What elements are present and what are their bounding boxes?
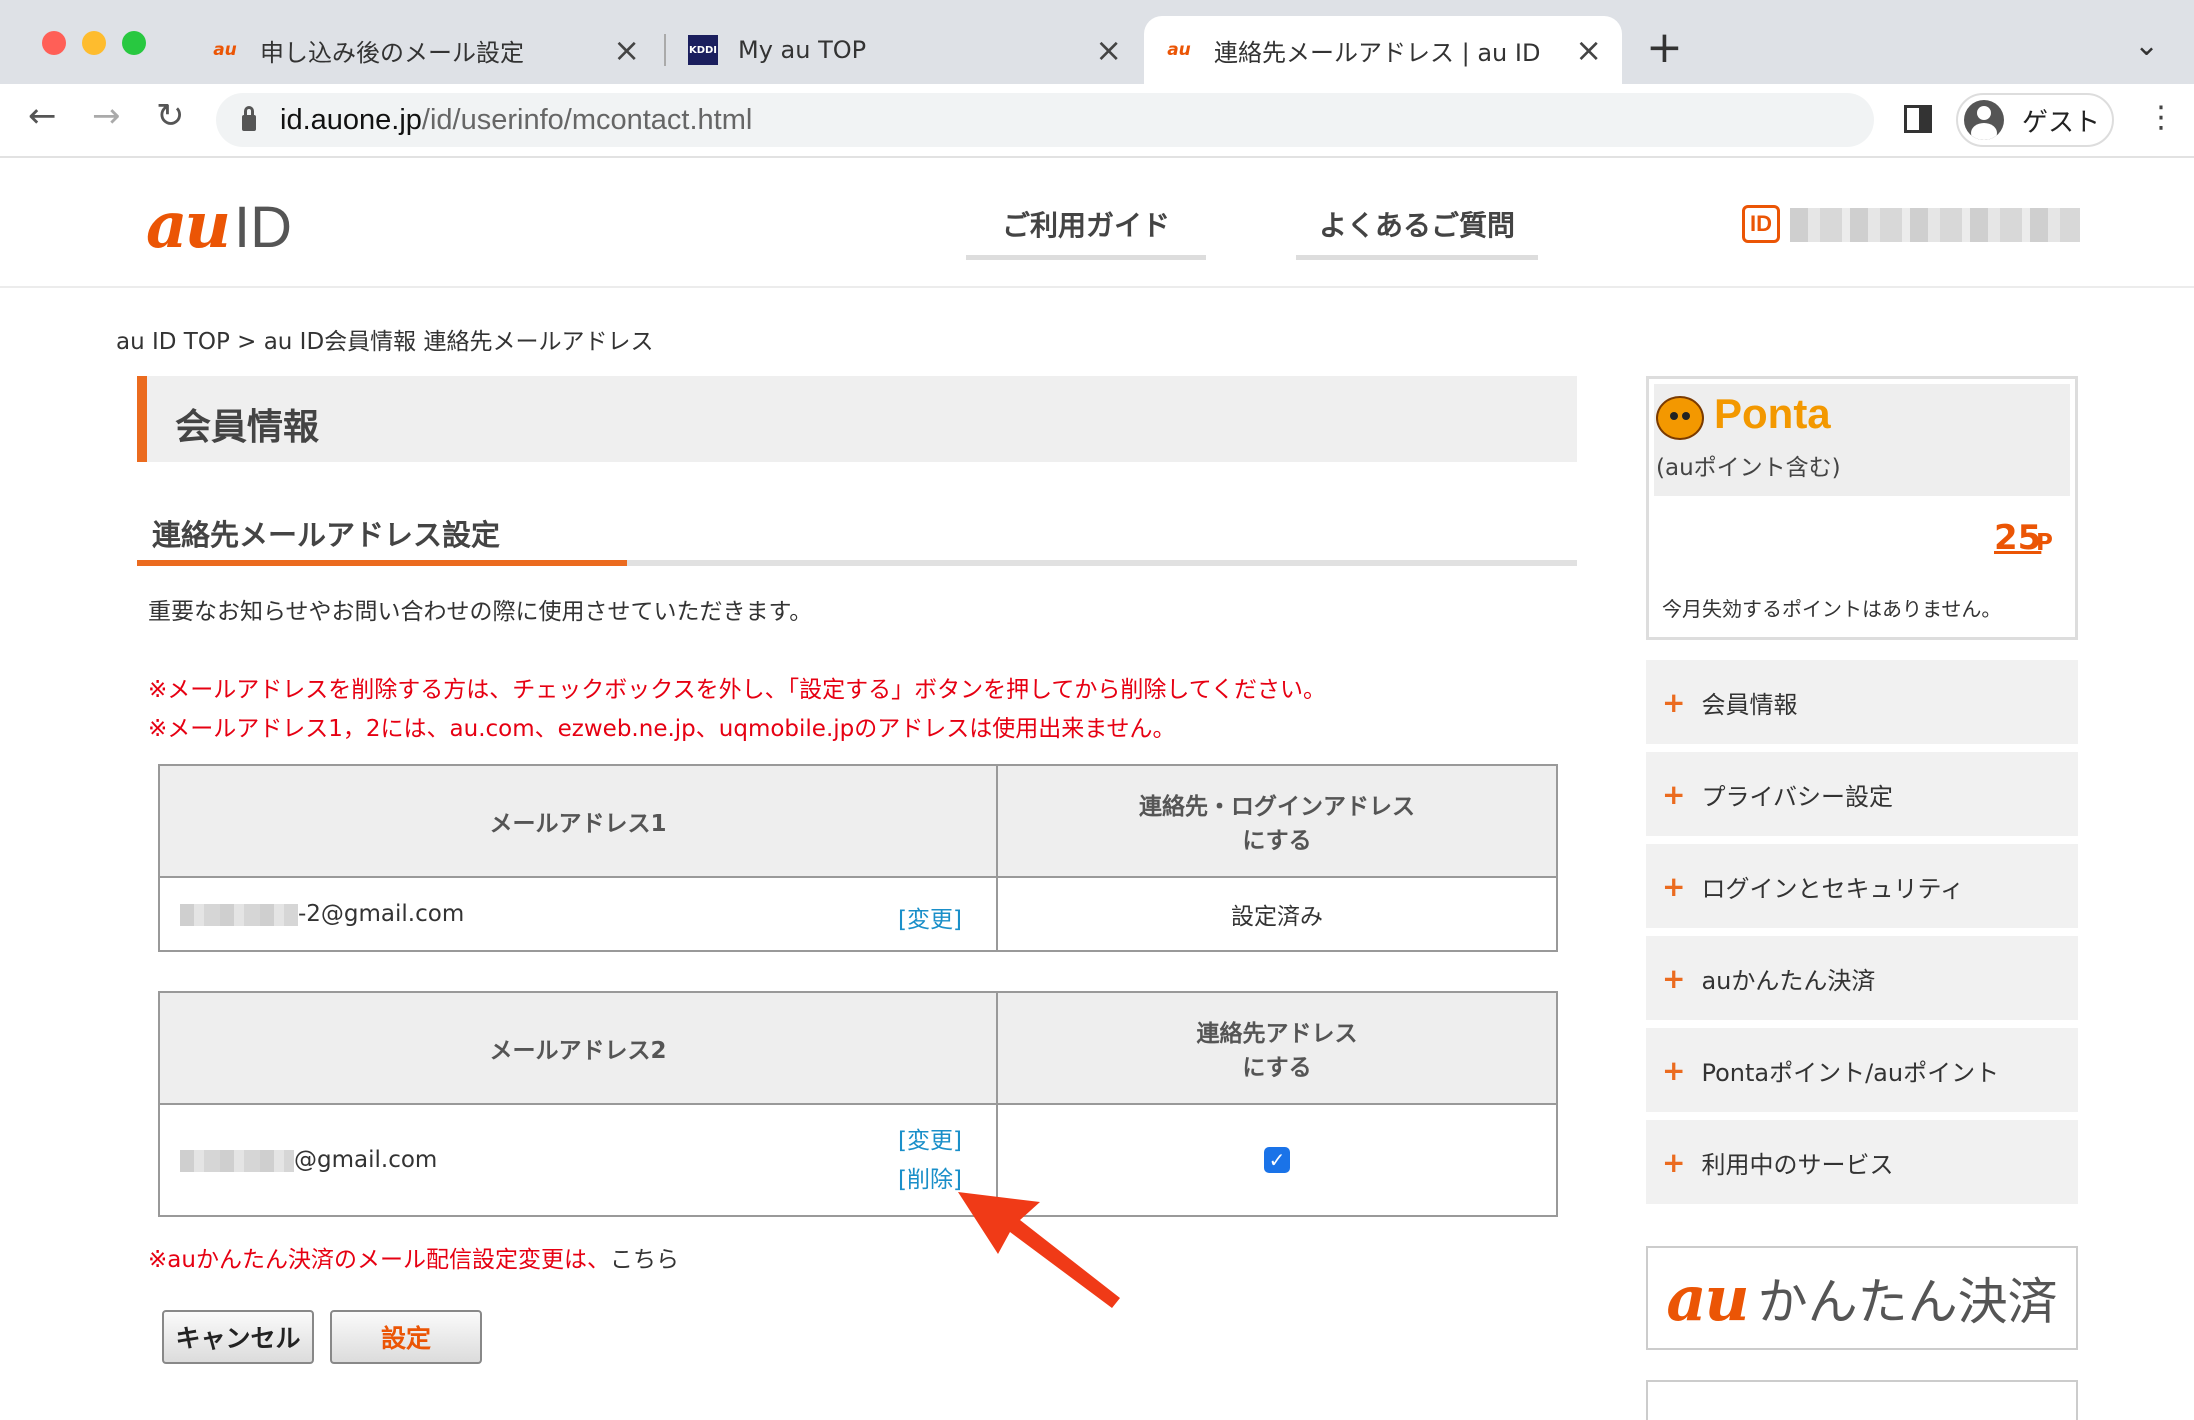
reload-icon[interactable]: ↻ <box>156 96 185 136</box>
sidebar-item-ponta-points[interactable]: + Pontaポイント/auポイント <box>1646 1028 2078 1112</box>
tab-title: My au TOP <box>738 36 867 64</box>
close-tab-icon[interactable]: × <box>613 31 640 69</box>
tab-title: 申し込み後のメール設定 <box>260 38 524 67</box>
email-2-value: @gmail.com <box>294 1147 438 1173</box>
au-id-logo[interactable]: au ID <box>146 188 292 263</box>
minimize-window-button[interactable] <box>82 31 106 55</box>
tab-search-chevron-icon[interactable]: ⌄ <box>2134 28 2159 63</box>
sidebar-item-member-info[interactable]: + 会員情報 <box>1646 660 2078 744</box>
email-address-1-table: メールアドレス1 連絡先・ログインアドレス にする -2@gmail.com [変… <box>158 764 1558 952</box>
email-1-cell: -2@gmail.com [変更] <box>158 876 998 952</box>
breadcrumb[interactable]: au ID TOP > au ID会員情報 連絡先メールアドレス <box>116 322 654 356</box>
email-2-cell: @gmail.com [変更] [削除] <box>158 1103 998 1217</box>
section-title: 連絡先メールアドレス設定 <box>152 518 501 552</box>
plus-icon: + <box>1662 961 1686 995</box>
sidebar-item-login-security[interactable]: + ログインとセキュリティ <box>1646 844 2078 928</box>
forward-arrow-icon[interactable]: → <box>92 96 121 136</box>
ponta-expire-text: 今月失効するポイントはありません。 <box>1662 597 2002 621</box>
banner-text: かんたん決済 <box>1757 1273 2058 1331</box>
lock-icon <box>242 106 256 131</box>
change-email-2-link[interactable]: [変更] <box>898 1121 962 1155</box>
email-1-header: メールアドレス1 <box>158 764 998 878</box>
plus-icon: + <box>1662 1053 1686 1087</box>
ponta-points-value[interactable]: 25 <box>1994 518 2041 558</box>
profile-label: ゲスト <box>2022 107 2101 138</box>
ponta-logo: Ponta <box>1714 390 1831 437</box>
email-2-redacted <box>180 1149 294 1172</box>
payment-mail-link[interactable]: こちら <box>610 1247 679 1273</box>
au-kantan-payment-banner[interactable]: au かんたん決済 <box>1646 1246 2078 1350</box>
note-delete-instruction: ※メールアドレスを削除する方は、チェックボックスを外し、「設定する」ボタンを押し… <box>148 677 1327 703</box>
note-domain-restriction: ※メールアドレス1，2には、au.com、ezweb.ne.jp、uqmobil… <box>148 716 1176 742</box>
back-arrow-icon[interactable]: ← <box>28 96 57 136</box>
browser-menu-icon[interactable]: ⋮ <box>2146 100 2176 135</box>
nav-guide[interactable]: ご利用ガイド <box>966 204 1206 260</box>
zoom-window-button[interactable] <box>122 31 146 55</box>
tab-separator <box>664 34 666 66</box>
tab-title: 連絡先メールアドレス | au ID <box>1214 38 1541 67</box>
close-tab-icon[interactable]: × <box>1095 31 1122 69</box>
profile-button[interactable]: ゲスト <box>1956 93 2114 147</box>
change-email-1-link[interactable]: [変更] <box>898 900 962 934</box>
new-tab-plus-icon[interactable]: + <box>1646 22 1683 73</box>
sidebar-item-services[interactable]: + 利用中のサービス <box>1646 1120 2078 1204</box>
banner-au-logo: au <box>1666 1261 1749 1335</box>
email-1-redacted <box>180 903 298 926</box>
id-badge-icon: ID <box>1742 205 1780 243</box>
login-address-header: 連絡先・ログインアドレス にする <box>996 764 1558 878</box>
url-host: id.auone.jp <box>280 103 422 136</box>
submit-settings-button[interactable]: 設定 <box>330 1310 482 1364</box>
au-favicon-icon: au <box>1167 40 1191 60</box>
account-name-redacted[interactable] <box>1790 208 2080 242</box>
side-panel-icon[interactable] <box>1904 105 1932 133</box>
cancel-button[interactable]: キャンセル <box>162 1310 314 1364</box>
plus-icon: + <box>1662 777 1686 811</box>
tab-au-id-active[interactable]: au 連絡先メールアドレス | au ID × <box>1144 16 1622 84</box>
page-title: 会員情報 <box>175 407 320 448</box>
logo-au: au <box>146 188 231 263</box>
contact-address-checkbox[interactable]: ✓ <box>1264 1147 1290 1173</box>
tab-my-au-top[interactable]: KDDI My au TOP × <box>668 16 1142 84</box>
plus-icon: + <box>1662 1145 1686 1179</box>
ponta-subtitle: (auポイント含む) <box>1656 455 1841 481</box>
ponta-points-unit: P <box>2036 530 2053 556</box>
contact-address-header: 連絡先アドレス にする <box>996 991 1558 1105</box>
address-bar[interactable]: id.auone.jp /id/userinfo/mcontact.html <box>216 93 1874 147</box>
sidebar-item-privacy[interactable]: + プライバシー設定 <box>1646 752 2078 836</box>
url-path: /id/userinfo/mcontact.html <box>421 103 753 136</box>
plus-icon: + <box>1662 869 1686 903</box>
close-tab-icon[interactable]: × <box>1575 31 1602 69</box>
email-2-header: メールアドレス2 <box>158 991 998 1105</box>
description-text: 重要なお知らせやお問い合わせの際に使用させていただきます。 <box>148 599 813 625</box>
email-address-2-table: メールアドレス2 連絡先アドレス にする @gmail.com [変更] [削除]… <box>158 991 1558 1217</box>
close-window-button[interactable] <box>42 31 66 55</box>
email-1-status: 設定済み <box>996 876 1558 952</box>
next-banner[interactable] <box>1646 1380 2078 1420</box>
page-title-bar: 会員情報 <box>137 376 1577 462</box>
kddi-favicon-icon: KDDI <box>688 35 718 65</box>
email-1-value: -2@gmail.com <box>298 901 465 927</box>
payment-mail-note: ※auかんたん決済のメール配信設定変更は、こちら <box>148 1247 679 1273</box>
logo-id: ID <box>234 195 292 260</box>
plus-icon: + <box>1662 685 1686 719</box>
section-rule-accent <box>137 560 627 566</box>
avatar-icon <box>1964 100 2004 140</box>
annotation-arrow-icon <box>958 1192 1120 1308</box>
sidebar-item-au-payment[interactable]: + auかんたん決済 <box>1646 936 2078 1020</box>
au-favicon-icon: au <box>213 40 237 60</box>
tab-mail-settings[interactable]: au 申し込み後のメール設定 × <box>190 16 660 84</box>
nav-faq[interactable]: よくあるご質問 <box>1296 204 1538 260</box>
ponta-mascot-icon <box>1656 396 1704 440</box>
